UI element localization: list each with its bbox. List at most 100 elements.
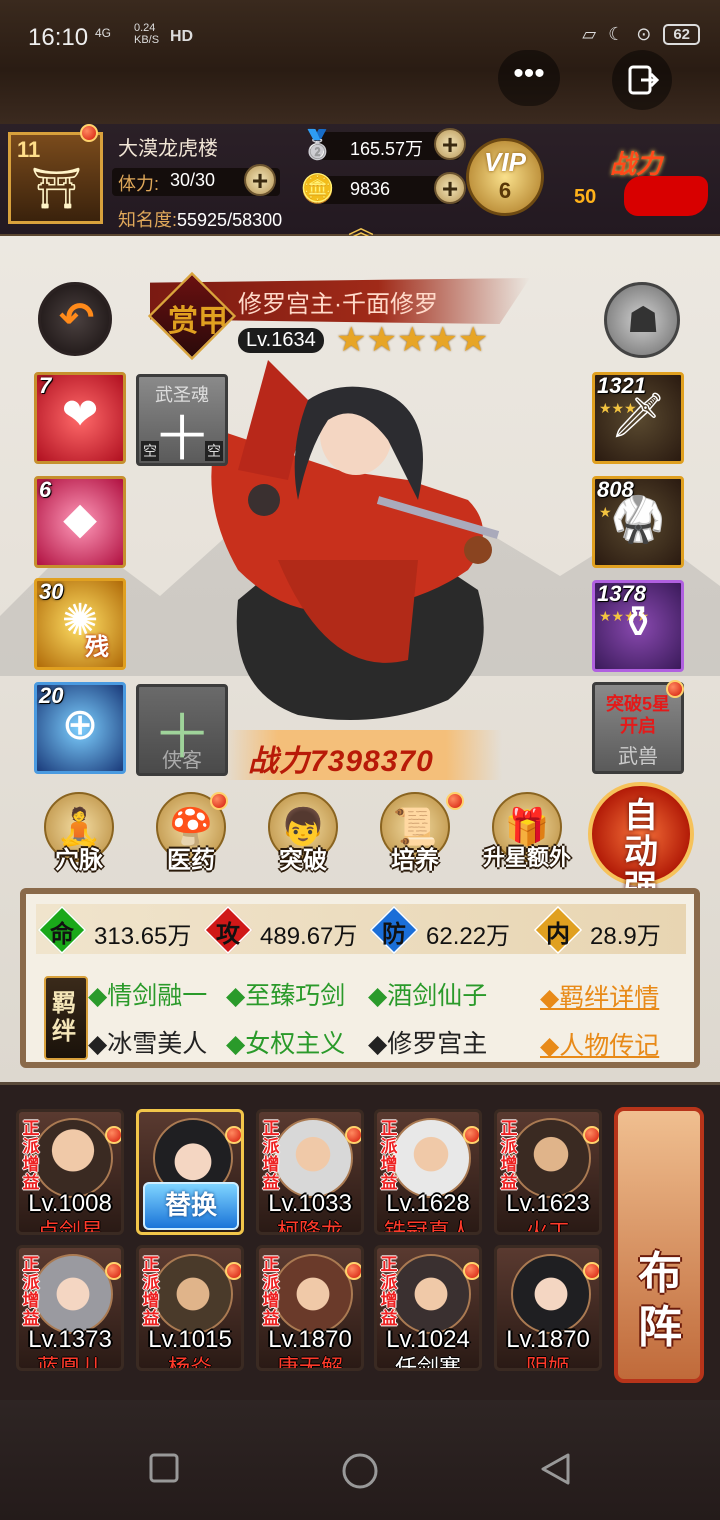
faction-tag: 正派增益 <box>142 1255 160 1328</box>
vase-equip-icon: ⚱ <box>619 598 657 647</box>
exit-button[interactable] <box>612 50 672 110</box>
exit-icon <box>628 65 659 95</box>
redaction-blot <box>624 176 708 216</box>
hero-avatar <box>33 1254 113 1334</box>
orb-skill-icon: ⊕ <box>61 700 99 749</box>
companion-slot[interactable]: 十 侠客 <box>136 684 228 776</box>
system-nav-bar <box>0 1400 720 1520</box>
back-nav-icon[interactable] <box>538 1452 572 1486</box>
back-button[interactable]: ↶ <box>38 282 112 356</box>
equip-slot-armor[interactable]: 808 ★ 🥋 <box>592 476 684 568</box>
notification-dot <box>345 1262 361 1280</box>
home-icon[interactable] <box>341 1452 379 1490</box>
faction-tag: 正派增益 <box>380 1119 398 1192</box>
skill-slot-3[interactable]: 30 ✺ 残 <box>34 578 126 670</box>
faction-tag: 正派增益 <box>380 1255 398 1328</box>
hero-avatar <box>391 1118 471 1198</box>
equip-slot-treasure[interactable]: 1378 ★★★★ ⚱ <box>592 580 684 672</box>
formation-button[interactable]: 布阵 <box>614 1107 704 1383</box>
bond-item: ◆女权主义 <box>226 1030 346 1058</box>
battery-icon: 62 <box>663 24 700 45</box>
lineup-card[interactable]: 正派增益 Lv.1870 唐无解 <box>256 1245 364 1371</box>
cultivate-button[interactable]: 📜 培养 <box>360 792 470 876</box>
back-arrow-icon: ↶ <box>59 294 95 341</box>
hero-avatar <box>391 1254 471 1334</box>
replace-button[interactable]: 替换 <box>143 1182 239 1230</box>
guild-name: 大漠龙虎楼 <box>118 138 218 160</box>
network-speed: 0.24 KB/S <box>134 22 160 46</box>
biography-link[interactable]: ◆人物传记 <box>540 1026 659 1062</box>
stamina-value: 30/30 <box>170 170 216 190</box>
breakthrough-button[interactable]: 👦 突破 <box>248 792 358 876</box>
vip-badge[interactable]: VIP 6 <box>466 138 544 216</box>
skill-slot-4[interactable]: 20 ⊕ <box>34 682 126 774</box>
faction-tag: 正派增益 <box>262 1255 280 1328</box>
armor-equip-icon: 🥋 <box>610 495 666 544</box>
lineup-card[interactable]: 正派增益 Lv.1024 任剑寒 <box>374 1245 482 1371</box>
bond-item: ◆至臻巧剑 <box>226 982 346 1010</box>
skill-slot-2[interactable]: 6 ◆ <box>34 476 126 568</box>
clock: 16:10 <box>28 24 89 51</box>
lineup-card-selected[interactable]: 替换 <box>136 1109 244 1235</box>
wusheng-soul-slot[interactable]: 武圣魂 十 空 空 <box>136 374 228 466</box>
hero-avatar <box>273 1254 353 1334</box>
network-indicator: 4G <box>95 26 112 40</box>
bond-item: ◆修罗宫主 <box>368 1030 488 1058</box>
incomplete-tag: 残 <box>85 634 109 661</box>
gold-bar-icon: 🪙 <box>300 173 335 204</box>
lineup-card[interactable]: 正派增益 Lv.1008 卢剑星 <box>16 1109 124 1235</box>
faction-tag: 正派增益 <box>22 1255 40 1328</box>
total-power[interactable]: 战力 50W <box>560 130 720 230</box>
hero-archive-button[interactable]: ☗ <box>604 282 680 358</box>
hd-indicator: HD <box>170 28 194 45</box>
hero-stars: ★★★★★ <box>336 321 489 359</box>
add-stamina-button[interactable]: + <box>244 164 276 196</box>
lock-icon: ⊙ <box>636 24 652 44</box>
notification-dot <box>583 1126 599 1144</box>
bond-detail-link[interactable]: ◆羁绊详情 <box>540 978 659 1014</box>
lineup-card[interactable]: Lv.1870 阴姬 <box>494 1245 602 1371</box>
silver-ingot-icon: 🥈 <box>300 129 335 160</box>
recent-apps-icon[interactable] <box>148 1452 180 1484</box>
sword-equip-icon: 🗡 <box>610 391 666 440</box>
guild-level: 11 <box>17 137 41 162</box>
star-up-button[interactable]: 🎁 升星额外 <box>472 792 582 876</box>
faction-tag: 正派增益 <box>262 1119 280 1192</box>
lineup-card[interactable]: 正派增益 Lv.1033 柯降龙 <box>256 1109 364 1235</box>
notification-dot <box>463 1126 479 1144</box>
add-silver-button[interactable]: + <box>434 128 466 160</box>
hero-avatar <box>153 1254 233 1334</box>
notification-dot <box>446 792 464 810</box>
notification-dot <box>345 1126 361 1144</box>
moon-icon: ☾ <box>608 24 625 44</box>
stamina-label: 体力: <box>118 174 160 194</box>
attribute-row: 命 313.65万 攻 489.67万 防 62.22万 内 28.9万 <box>36 904 686 955</box>
hero-power: 战力7398370 <box>222 730 502 780</box>
lineup-card[interactable]: 正派增益 Lv.1373 蓝凰儿 <box>16 1245 124 1371</box>
skill-slot-1[interactable]: 7 ❤ <box>34 372 126 464</box>
lineup-card[interactable]: 正派增益 Lv.1628 铁冠真人 <box>374 1109 482 1235</box>
hero-portrait[interactable] <box>178 360 518 730</box>
hero-avatar <box>273 1118 353 1198</box>
guild-avatar[interactable]: 11 ⛩ <box>8 132 103 224</box>
notification-dot <box>583 1262 599 1280</box>
faction-tag: 正派增益 <box>500 1119 518 1192</box>
medicine-button[interactable]: 🍄 医药 <box>136 792 246 876</box>
lineup-card[interactable]: 正派增益 Lv.1015 杨焱 <box>136 1245 244 1371</box>
lineup-card[interactable]: 正派增益 Lv.1623 火工 <box>494 1109 602 1235</box>
meridian-button[interactable]: 🧘 穴脉 <box>24 792 134 876</box>
add-gold-button[interactable]: + <box>434 172 466 204</box>
hero-name: 修罗宫主·千面修罗 <box>238 291 438 318</box>
warrior-icon: ☗ <box>627 299 660 340</box>
notification-dot <box>666 680 684 698</box>
status-icons: ▱ ☾ ⊙ 62 <box>582 24 700 45</box>
faction-tag: 正派增益 <box>22 1119 40 1192</box>
notification-dot <box>210 792 228 810</box>
more-options-button[interactable]: ••• <box>498 50 560 106</box>
rank-text: 赏甲 <box>168 305 228 338</box>
hero-level: Lv.1634 <box>238 328 324 353</box>
flame-skill-icon: ✺ <box>61 596 99 645</box>
equip-slot-weapon[interactable]: 1321 ★★★ 🗡 <box>592 372 684 464</box>
chat-off-icon: ▱ <box>582 24 597 44</box>
auto-enhance-button[interactable]: 自动强化 <box>588 782 694 942</box>
